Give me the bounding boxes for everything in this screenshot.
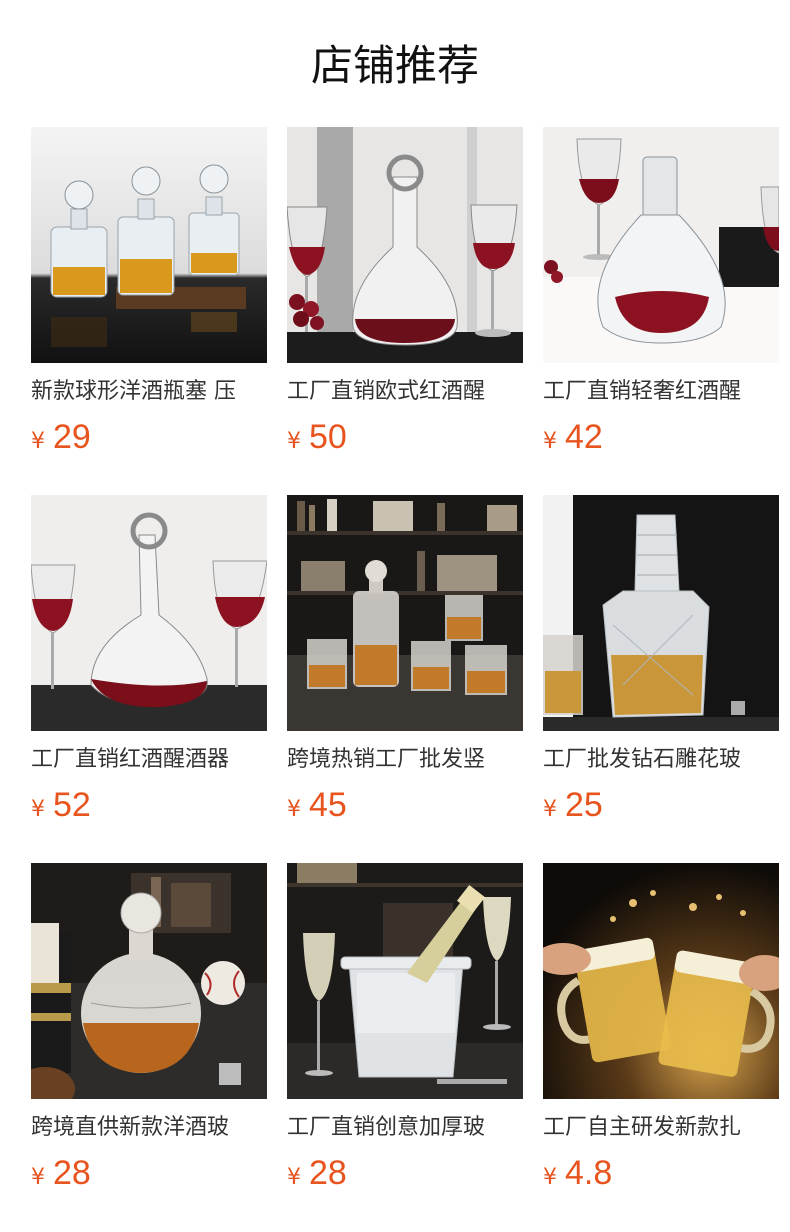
product-image[interactable] xyxy=(31,127,267,363)
product-image[interactable] xyxy=(543,863,779,1099)
currency-symbol: ¥ xyxy=(287,429,301,454)
price-amount: 50 xyxy=(309,418,347,456)
product-card[interactable]: 跨境直供新款洋酒玻 ¥28 xyxy=(31,863,267,1231)
price-amount: 42 xyxy=(565,418,603,456)
product-grid: 新款球形洋酒瓶塞 压 ¥29 工厂直销欧式红酒醒 ¥ 50 工厂直销轻奢红酒醒 … xyxy=(31,127,779,1231)
price-amount: 25 xyxy=(565,786,603,824)
product-image[interactable] xyxy=(31,863,267,1099)
product-price: ¥4.8 xyxy=(543,1151,612,1195)
currency-symbol: ¥ xyxy=(31,1165,45,1190)
product-image[interactable] xyxy=(287,495,523,731)
currency-symbol: ¥ xyxy=(287,1165,301,1190)
price-amount: 4.8 xyxy=(565,1154,613,1192)
price-amount: 29 xyxy=(53,418,91,456)
product-card[interactable]: 跨境热销工厂批发竖 ¥45 xyxy=(287,495,523,863)
product-name[interactable]: 工厂直销创意加厚玻 xyxy=(287,1113,523,1143)
product-card[interactable]: 工厂直销创意加厚玻 ¥28 xyxy=(287,863,523,1231)
product-price: ¥45 xyxy=(287,783,347,827)
price-amount: 28 xyxy=(309,1154,347,1192)
product-image[interactable] xyxy=(543,127,779,363)
currency-symbol: ¥ xyxy=(31,429,45,454)
product-price: ¥42 xyxy=(543,415,603,459)
product-name[interactable]: 工厂批发钻石雕花玻 xyxy=(543,745,779,775)
product-card[interactable]: 工厂直销轻奢红酒醒 ¥42 xyxy=(543,127,779,495)
product-card[interactable]: 工厂自主研发新款扎 ¥4.8 xyxy=(543,863,779,1231)
product-image[interactable] xyxy=(31,495,267,731)
currency-symbol: ¥ xyxy=(543,1165,557,1190)
price-amount: 52 xyxy=(53,786,91,824)
product-name[interactable]: 工厂直销欧式红酒醒 xyxy=(287,377,523,407)
product-image[interactable] xyxy=(543,495,779,731)
product-name[interactable]: 跨境直供新款洋酒玻 xyxy=(31,1113,267,1143)
section-title: 店铺推荐 xyxy=(310,41,479,90)
product-card[interactable]: 工厂直销红酒醒酒器 ¥52 xyxy=(31,495,267,863)
price-amount: 28 xyxy=(53,1154,91,1192)
currency-symbol: ¥ xyxy=(287,797,301,822)
currency-symbol: ¥ xyxy=(543,797,557,822)
product-image[interactable] xyxy=(287,863,523,1099)
product-price: ¥25 xyxy=(543,783,603,827)
product-name[interactable]: 工厂直销轻奢红酒醒 xyxy=(543,377,779,407)
product-price: ¥29 xyxy=(31,415,91,459)
product-card[interactable]: 工厂直销欧式红酒醒 ¥50 xyxy=(287,127,523,495)
product-price: ¥28 xyxy=(287,1151,347,1195)
product-price: ¥52 xyxy=(31,783,91,827)
price-amount: 45 xyxy=(309,786,347,824)
product-card[interactable]: 工厂批发钻石雕花玻 ¥25 xyxy=(543,495,779,863)
currency-symbol: ¥ xyxy=(543,429,557,454)
product-price: ¥50 xyxy=(287,415,347,459)
product-price: ¥28 xyxy=(31,1151,91,1195)
product-name[interactable]: 工厂直销红酒醒酒器 xyxy=(31,745,267,775)
product-card[interactable]: 新款球形洋酒瓶塞 压 ¥29 xyxy=(31,127,267,495)
product-image[interactable] xyxy=(287,127,523,363)
product-name[interactable]: 新款球形洋酒瓶塞 压 xyxy=(31,377,267,407)
currency-symbol: ¥ xyxy=(31,797,45,822)
product-name[interactable]: 跨境热销工厂批发竖 xyxy=(287,745,523,775)
product-name[interactable]: 工厂自主研发新款扎 xyxy=(543,1113,779,1143)
